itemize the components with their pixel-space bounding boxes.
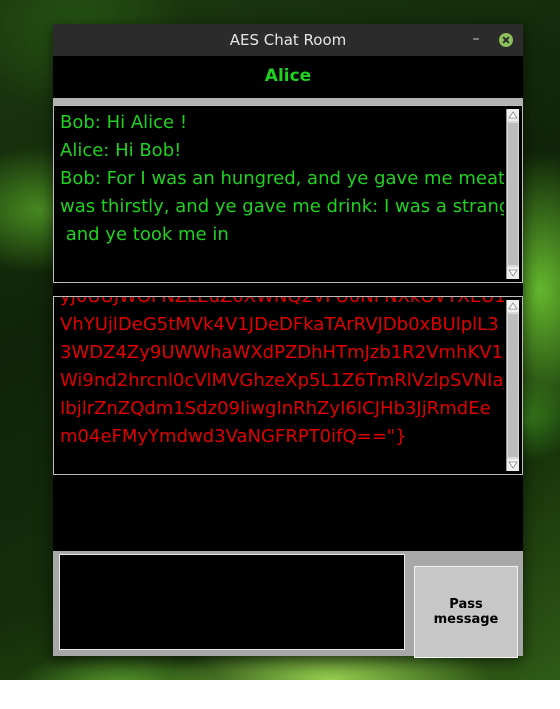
cipher-line: 3WDZ4Zy9UWWhaWXdPZDhHTmJzb1R2VmhKV1l [60,342,504,363]
cipher-line: IbjlrZnZQdm1Sdz09IiwgInRhZyI6ICJHb3JjRmd… [60,398,491,419]
chat-scroll-thumb[interactable] [508,123,518,265]
chat-line: Bob: For I was an hungred, and ye gave m… [60,168,504,189]
composer-panel: Pass message [53,551,523,658]
arrow-down-icon[interactable] [507,267,519,279]
minimize-icon[interactable]: – [468,30,484,48]
arrow-up-icon[interactable] [507,109,519,121]
ciphertext-box[interactable]: yJ0UUJWOFNZLEuZ0XWNQ2VFU0NFNXkOVTXEU1RZU… [53,296,523,475]
chat-history-text: Bob: Hi Alice ! Alice: Hi Bob! Bob: For … [60,109,504,249]
cipher-line: Wi9nd2hrcnl0cVlMVGhzeXp5L1Z6TmRlVzlpSVNI… [60,370,504,391]
arrow-down-icon[interactable] [507,459,519,471]
title-bar[interactable]: AES Chat Room – [53,24,523,56]
chat-line: Bob: Hi Alice ! [60,112,188,133]
window-title: AES Chat Room [229,31,347,49]
cipher-scroll-thumb[interactable] [508,314,518,457]
chat-line: was thirstly, and ye gave me drink: I wa… [60,196,504,217]
cipher-line: yJ0UUJWOFNZLEuZ0XWNQ2VFU0NFNXkOVTXEU1RZU… [60,296,504,307]
chat-scrollbar[interactable] [506,109,519,279]
chat-history-box[interactable]: Bob: Hi Alice ! Alice: Hi Bob! Bob: For … [53,105,523,283]
separator-bar [53,98,523,105]
username-label: Alice [264,66,312,86]
cipher-line: m04eFMyYmdwd3VaNGFRPT0ifQ=="} [60,426,407,447]
close-icon[interactable] [499,33,513,47]
ciphertext-text: yJ0UUJWOFNZLEuZ0XWNQ2VFU0NFNXkOVTXEU1RZU… [60,296,504,451]
cipher-scrollbar[interactable] [506,300,519,471]
message-input[interactable] [59,554,405,650]
chat-line: and ye took me in [60,224,229,245]
pass-message-button[interactable]: Pass message [414,566,518,658]
chat-line: Alice: Hi Bob! [60,140,182,161]
chat-window: AES Chat Room – Alice Bob: Hi Alice ! Al… [53,24,523,658]
arrow-up-icon[interactable] [507,300,519,312]
cipher-line: VhYUjlDeG5tMVk4V1JDeDFkaTArRVJDb0xBUlplL… [60,314,499,335]
